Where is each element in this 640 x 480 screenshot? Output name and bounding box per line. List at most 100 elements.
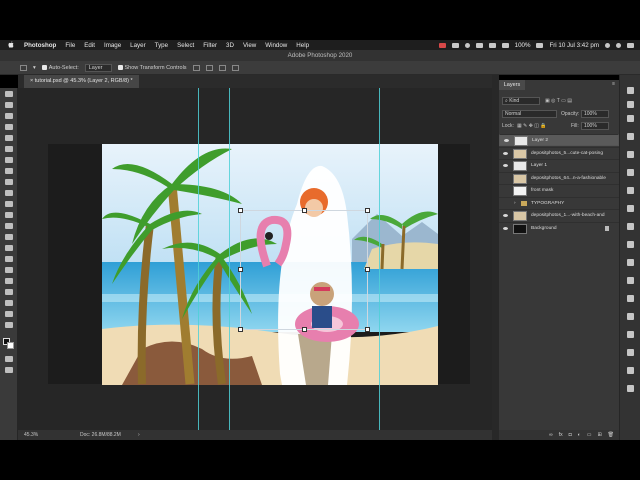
dropbox-icon[interactable]	[464, 42, 470, 48]
menu-help[interactable]: Help	[296, 42, 309, 49]
new-layer-icon[interactable]: ⊞	[597, 432, 601, 438]
transform-handle[interactable]	[302, 327, 307, 332]
eye-icon[interactable]	[503, 226, 508, 230]
tool-preset-chevron-icon[interactable]: ▾	[33, 65, 36, 71]
wifi-icon[interactable]	[501, 42, 509, 48]
layer-thumbnail[interactable]	[513, 186, 527, 196]
layer-thumbnail[interactable]	[513, 161, 527, 171]
paths-icon[interactable]	[627, 223, 634, 230]
type-tool-icon[interactable]	[5, 267, 13, 273]
grid-icon[interactable]	[451, 42, 459, 48]
menu-view[interactable]: View	[243, 42, 256, 49]
quick-select-tool-icon[interactable]	[5, 124, 13, 130]
clone-stamp-tool-icon[interactable]	[5, 190, 13, 196]
close-icon[interactable]: ×	[30, 78, 33, 84]
menu-image[interactable]: Image	[104, 42, 121, 49]
menu-type[interactable]: Type	[155, 42, 168, 49]
zoom-tool-icon[interactable]	[5, 311, 13, 317]
crop-tool-icon[interactable]	[5, 135, 13, 141]
zoom-level[interactable]: 45.3%	[24, 430, 38, 440]
apple-icon[interactable]	[8, 40, 15, 50]
info-icon[interactable]	[627, 295, 634, 302]
layer-thumbnail[interactable]	[513, 173, 527, 184]
battery-icon[interactable]	[536, 42, 544, 48]
record-icon[interactable]	[438, 42, 446, 48]
lock-icons[interactable]: ▦ ✎ ✥ ◫ 🔒	[517, 123, 547, 129]
distribute-icon[interactable]	[231, 64, 239, 71]
channels-icon[interactable]	[627, 205, 634, 212]
guide-line[interactable]	[379, 88, 380, 430]
fill-input[interactable]: 100%	[581, 122, 609, 130]
show-transform-checkbox[interactable]	[117, 64, 123, 70]
layer-row[interactable]: › TYPOGRAPHY	[499, 196, 619, 210]
eye-icon[interactable]	[503, 151, 508, 155]
siri-icon[interactable]	[616, 42, 621, 48]
eye-icon[interactable]	[503, 164, 508, 167]
guide-line[interactable]	[198, 88, 199, 430]
eye-icon[interactable]	[504, 139, 509, 142]
libraries-icon[interactable]	[627, 133, 634, 140]
layer-row[interactable]: front mask	[499, 184, 619, 196]
layers-tab[interactable]: Layers	[499, 80, 525, 90]
filter-kind-dropdown[interactable]: ⌕ Kind	[502, 97, 540, 105]
quick-mask-icon[interactable]	[5, 356, 13, 362]
pen-tool-icon[interactable]	[5, 256, 13, 262]
actions-icon[interactable]	[627, 277, 634, 284]
panel-menu-icon[interactable]: ≡	[612, 81, 615, 87]
paragraph-icon[interactable]	[627, 349, 634, 356]
timeline-icon[interactable]	[627, 385, 634, 392]
marquee-tool-icon[interactable]	[5, 102, 13, 108]
filter-type-icons[interactable]: ▣ ◎ T ▭ ▤	[545, 98, 572, 104]
menubar-clock[interactable]: Fri 10 Jul 3:42 pm	[549, 42, 599, 49]
transform-bounding-box[interactable]	[238, 208, 370, 332]
screen-mode-icon[interactable]	[5, 367, 13, 373]
chevron-right-icon[interactable]: ›	[514, 198, 516, 210]
menu-select[interactable]: Select	[177, 42, 194, 49]
transform-handle[interactable]	[238, 208, 243, 213]
document-tab[interactable]: × tutorial.psd @ 45.3% (Layer 2, RGB/8) …	[24, 75, 139, 88]
transform-handle[interactable]	[238, 267, 243, 272]
layer-thumbnail[interactable]	[513, 223, 527, 234]
menu-file[interactable]: File	[65, 42, 75, 49]
auto-select-option[interactable]: Auto-Select:	[41, 64, 79, 71]
path-select-tool-icon[interactable]	[5, 278, 13, 284]
spotlight-icon[interactable]	[605, 42, 610, 48]
navigator-icon[interactable]	[627, 313, 634, 320]
display-icon[interactable]	[475, 42, 483, 48]
align-left-icon[interactable]	[192, 64, 200, 71]
blur-tool-icon[interactable]	[5, 234, 13, 240]
history-icon[interactable]	[627, 87, 634, 94]
menu-app-name[interactable]: Photoshop	[24, 42, 56, 49]
styles-icon[interactable]	[627, 187, 634, 194]
layer-row[interactable]: depositphotos_64...n-a-fashionable	[499, 171, 619, 184]
layer-row[interactable]: depositphotos_5...cute-cat-posing	[499, 146, 619, 159]
guide-line[interactable]	[229, 88, 230, 430]
more-tools-icon[interactable]	[5, 322, 13, 328]
layer-row[interactable]: Background	[499, 221, 619, 234]
transform-handle[interactable]	[365, 267, 370, 272]
lock-icon[interactable]	[605, 225, 609, 231]
canvas-area[interactable]	[18, 88, 492, 430]
background-color-swatch[interactable]	[7, 342, 14, 349]
menu-window[interactable]: Window	[265, 42, 287, 49]
adjustment-layer-icon[interactable]: ◐	[578, 432, 581, 438]
layer-row[interactable]: Layer 2	[499, 134, 619, 146]
brushes-icon[interactable]	[627, 241, 634, 248]
align-right-icon[interactable]	[218, 64, 226, 71]
dodge-tool-icon[interactable]	[5, 245, 13, 251]
link-layers-icon[interactable]: ∞	[549, 432, 553, 438]
menu-filter[interactable]: Filter	[203, 42, 217, 49]
frame-tool-icon[interactable]	[5, 146, 13, 152]
fx-icon[interactable]: fx	[559, 432, 563, 438]
layer-thumbnail[interactable]	[513, 211, 527, 221]
layer-thumbnail[interactable]	[514, 136, 528, 146]
brush-settings-icon[interactable]	[627, 259, 634, 266]
transform-handle[interactable]	[365, 327, 370, 332]
transform-handle[interactable]	[238, 327, 243, 332]
gradient-tool-icon[interactable]	[5, 223, 13, 229]
color-icon[interactable]	[627, 151, 634, 158]
rectangle-tool-icon[interactable]	[5, 289, 13, 295]
trash-icon[interactable]: 🗑	[608, 432, 614, 438]
hand-tool-icon[interactable]	[5, 300, 13, 306]
auto-select-checkbox[interactable]	[41, 64, 47, 70]
